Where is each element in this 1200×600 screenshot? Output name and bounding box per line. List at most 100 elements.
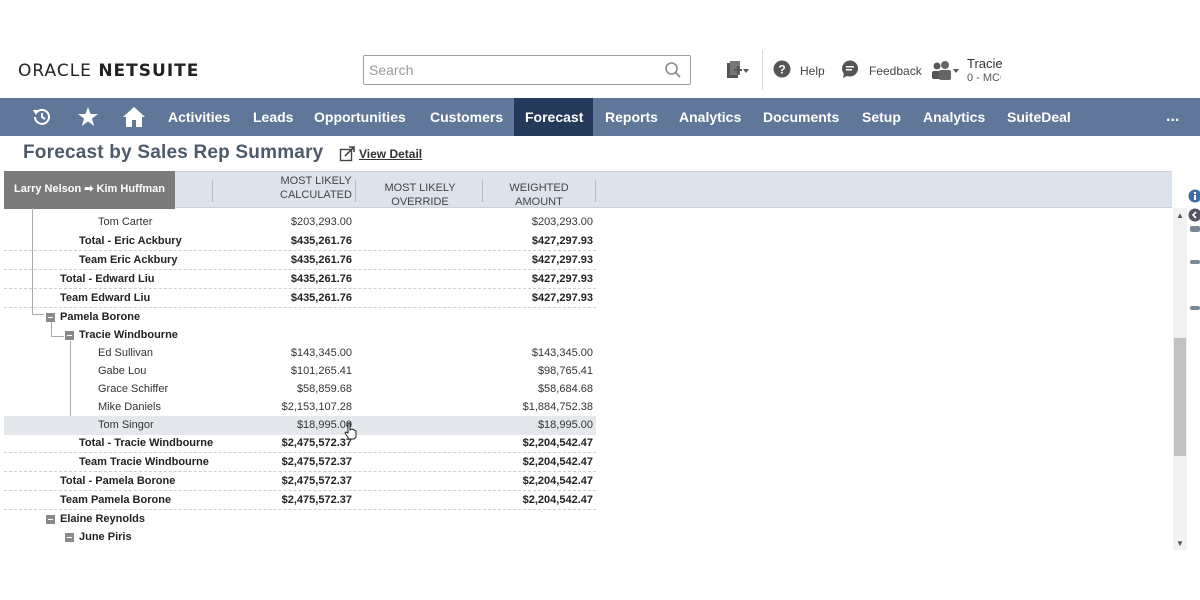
user-roles-icon[interactable] [930, 61, 960, 81]
collapse-icon[interactable] [46, 313, 55, 322]
table-row[interactable]: Total - Edward Liu $435,261.76 $427,297.… [4, 271, 596, 289]
help-icon[interactable]: ? [773, 60, 791, 78]
column-header-most-likely-calculated[interactable]: MOST LIKELY CALCULATED [268, 174, 364, 202]
row-weighted-amount: $18,995.00 [537, 419, 593, 431]
row-weighted-amount: $143,345.00 [531, 347, 593, 359]
nav-forecast[interactable]: Forecast [514, 98, 593, 136]
svg-text:?: ? [778, 63, 785, 77]
panel-handle[interactable] [1190, 260, 1200, 264]
row-weighted-amount: $2,204,542.47 [522, 494, 593, 506]
row-most-likely-calculated: $435,261.76 [290, 273, 352, 285]
recent-records-icon[interactable] [31, 106, 53, 128]
view-detail-label: View Detail [359, 147, 423, 161]
row-most-likely-calculated: $2,475,572.37 [281, 494, 352, 506]
table-row[interactable]: June Piris [4, 529, 596, 547]
feedback-link[interactable]: Feedback [869, 64, 922, 78]
panel-handle[interactable] [1190, 226, 1200, 232]
hand-cursor-icon [344, 422, 357, 440]
nav-reports[interactable]: Reports [594, 98, 669, 136]
row-most-likely-calculated: $435,261.76 [290, 235, 352, 247]
main-nav: Activities Leads Opportunities Customers… [0, 98, 1200, 136]
row-name: Tom Carter [98, 216, 153, 228]
table-row[interactable]: Team Edward Liu $435,261.76 $427,297.93 [4, 290, 596, 308]
table-row[interactable]: Team Tracie Windbourne $2,475,572.37 $2,… [4, 454, 596, 472]
nav-customers[interactable]: Customers [419, 98, 514, 136]
nav-suitedeal[interactable]: SuiteDeal [996, 98, 1082, 136]
nav-more-button[interactable]: ... [1166, 98, 1179, 136]
nav-analytics-2[interactable]: Analytics [912, 98, 996, 136]
row-weighted-amount: $2,204,542.47 [522, 437, 593, 449]
table-row[interactable]: Elaine Reynolds [4, 511, 596, 529]
nav-activities[interactable]: Activities [157, 98, 241, 136]
row-most-likely-calculated: $2,475,572.37 [281, 475, 352, 487]
row-weighted-amount: $98,765.41 [537, 365, 593, 377]
row-name: Team Edward Liu [60, 292, 151, 304]
table-row[interactable]: Total - Eric Ackbury $435,261.76 $427,29… [4, 233, 596, 251]
row-name: Tracie Windbourne [79, 329, 178, 341]
table-row[interactable]: Tracie Windbourne [4, 327, 596, 345]
table-row[interactable]: Grace Schiffer $58,859.68 $58,684.68 [4, 381, 596, 399]
grid-header: Larry Nelson ➡ Kim Huffman MOST LIKELY C… [4, 171, 1172, 209]
row-most-likely-calculated: $2,475,572.37 [281, 437, 352, 449]
logo-netsuite-text: NETSUITE [98, 61, 200, 81]
nav-opportunities[interactable]: Opportunities [303, 98, 417, 136]
column-header-weighted-amount[interactable]: WEIGHTED AMOUNT [485, 181, 593, 209]
collapse-panel-icon[interactable] [1188, 208, 1200, 222]
row-most-likely-calculated: $58,859.68 [296, 383, 352, 395]
logo-oracle-text: ORACLE [18, 61, 92, 81]
collapse-icon[interactable] [65, 331, 74, 340]
grid-scrollbar[interactable]: ▲ ▼ [1173, 208, 1187, 550]
user-role[interactable]: 0 - MCC [967, 72, 1001, 84]
favorites-star-icon[interactable] [77, 106, 99, 128]
nav-documents[interactable]: Documents [752, 98, 850, 136]
row-name: Pamela Borone [60, 311, 141, 323]
collapse-icon[interactable] [65, 533, 74, 542]
table-row[interactable]: Pamela Borone [4, 309, 596, 327]
row-weighted-amount: $427,297.93 [531, 235, 593, 247]
user-name[interactable]: Tracie [967, 56, 1003, 71]
table-row[interactable]: Total - Tracie Windbourne $2,475,572.37 … [4, 435, 596, 453]
table-row[interactable]: Mike Daniels $2,153,107.28 $1,884,752.38 [4, 399, 596, 417]
table-row[interactable]: Tom Carter $203,293.00 $203,293.00 [4, 214, 596, 232]
row-weighted-amount: $427,297.93 [531, 292, 593, 304]
feedback-icon[interactable] [841, 60, 859, 78]
global-search[interactable] [363, 55, 691, 85]
table-row-hovered[interactable]: Tom Singor $18,995.00 $18,995.00 [4, 416, 596, 435]
hierarchy-breadcrumb[interactable]: Larry Nelson ➡ Kim Huffman [4, 171, 175, 209]
table-row[interactable]: Gabe Lou $101,265.41 $98,765.41 [4, 363, 596, 381]
help-link[interactable]: Help [800, 64, 825, 78]
column-separator [212, 180, 213, 202]
row-name: Grace Schiffer [98, 383, 169, 395]
row-name: Total - Pamela Borone [60, 475, 176, 487]
row-name: Total - Eric Ackbury [79, 235, 182, 247]
row-most-likely-calculated: $435,261.76 [290, 254, 352, 266]
row-weighted-amount: $203,293.00 [531, 216, 593, 228]
nav-leads[interactable]: Leads [242, 98, 304, 136]
info-icon[interactable] [1188, 189, 1200, 203]
scroll-up-arrow-icon[interactable]: ▲ [1176, 211, 1184, 220]
row-weighted-amount: $2,204,542.47 [522, 456, 593, 468]
oracle-netsuite-logo[interactable]: ORACLE NETSUITE [18, 61, 199, 81]
nav-setup[interactable]: Setup [851, 98, 912, 136]
row-name: Total - Edward Liu [60, 273, 155, 285]
scrollbar-thumb[interactable] [1174, 338, 1186, 456]
panel-handle[interactable] [1190, 306, 1200, 310]
table-row[interactable]: Team Pamela Borone $2,475,572.37 $2,204,… [4, 492, 596, 510]
row-name: Gabe Lou [98, 365, 147, 377]
scroll-down-arrow-icon[interactable]: ▼ [1176, 539, 1184, 548]
search-icon[interactable] [664, 61, 682, 79]
row-name: Tom Singor [98, 419, 154, 431]
column-separator [595, 180, 596, 202]
create-new-icon[interactable] [725, 60, 751, 82]
home-icon[interactable] [122, 106, 146, 128]
column-separator [355, 180, 356, 202]
table-row[interactable]: Team Eric Ackbury $435,261.76 $427,297.9… [4, 252, 596, 270]
view-detail-icon [339, 146, 355, 162]
collapse-icon[interactable] [46, 515, 55, 524]
search-input[interactable] [364, 56, 654, 84]
table-row[interactable]: Total - Pamela Borone $2,475,572.37 $2,2… [4, 473, 596, 491]
row-most-likely-calculated: $435,261.76 [290, 292, 352, 304]
nav-analytics[interactable]: Analytics [668, 98, 752, 136]
column-header-most-likely-override[interactable]: MOST LIKELY OVERRIDE [358, 181, 482, 209]
table-row[interactable]: Ed Sullivan $143,345.00 $143,345.00 [4, 345, 596, 363]
